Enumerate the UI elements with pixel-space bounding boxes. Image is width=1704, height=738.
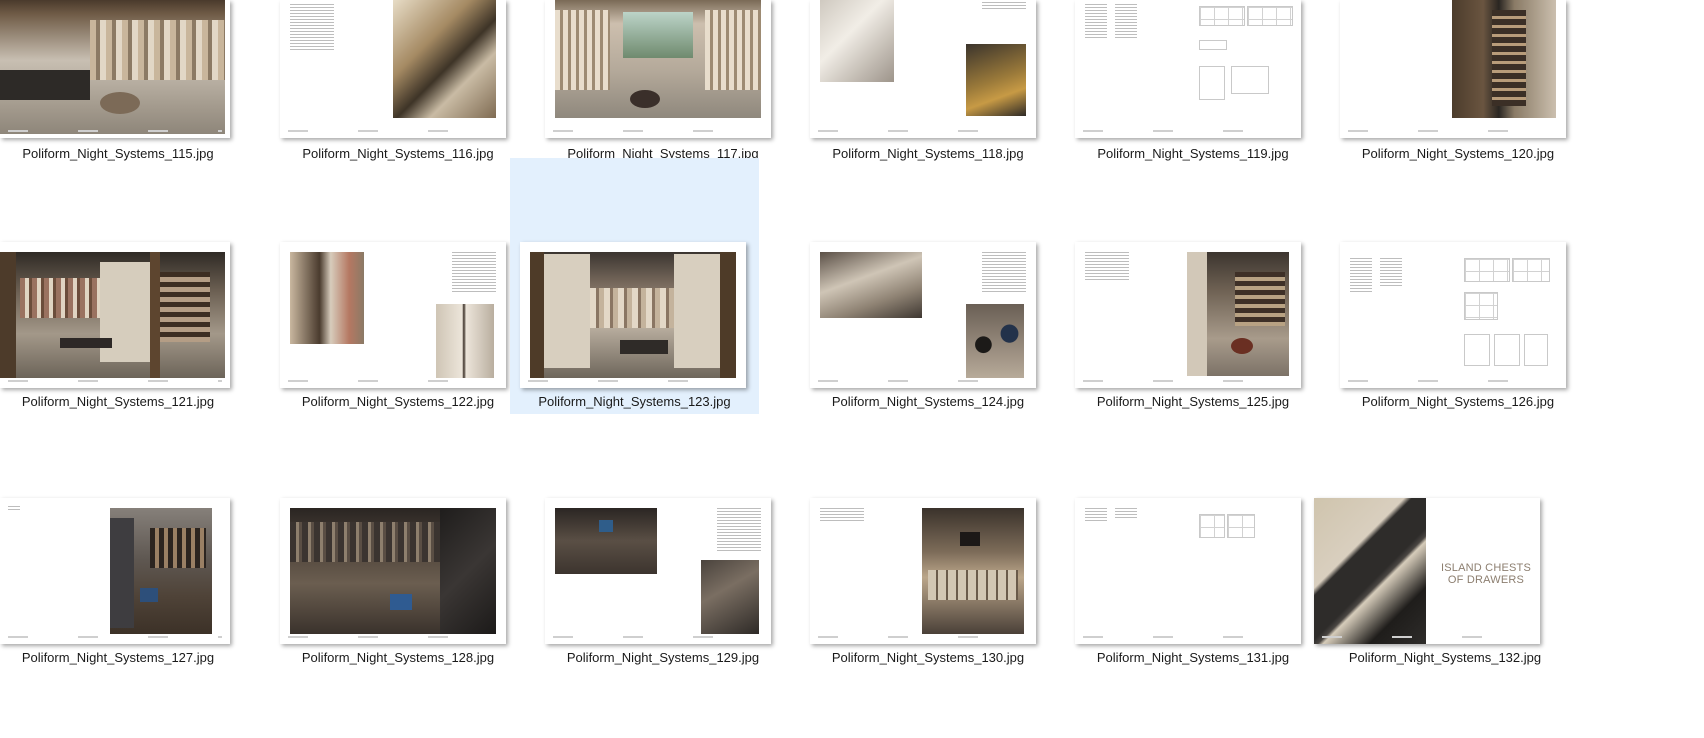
file-name: Poliform_Night_Systems_123.jpg (538, 394, 731, 409)
thumbnail (810, 498, 1036, 644)
file-item[interactable]: Poliform_Night_Systems_124.jpg (802, 158, 1054, 414)
file-item[interactable]: Poliform_Night_Systems_119.jpg (1067, 0, 1319, 172)
file-item[interactable]: Poliform_Night_Systems_117.jpg (537, 0, 789, 172)
file-name: Poliform_Night_Systems_127.jpg (21, 650, 215, 665)
thumbnail (0, 242, 230, 388)
thumbnail (280, 0, 506, 138)
thumbnail (810, 242, 1036, 388)
thumbnail (520, 242, 746, 388)
thumbnail (810, 0, 1036, 138)
file-name: Poliform_Night_Systems_122.jpg (301, 394, 495, 409)
file-item[interactable]: Poliform_Night_Systems_120.jpg (1332, 0, 1584, 172)
file-item[interactable]: Poliform_Night_Systems_121.jpg (0, 158, 244, 414)
file-name: Poliform_Night_Systems_132.jpg (1348, 650, 1542, 665)
file-item[interactable]: Poliform_Night_Systems_116.jpg (272, 0, 524, 172)
file-item[interactable]: Poliform_Night_Systems_128.jpg (272, 414, 524, 670)
thumbnail (1340, 0, 1566, 138)
file-item[interactable]: Poliform_Night_Systems_127.jpg (0, 414, 244, 670)
thumbnail (1075, 242, 1301, 388)
file-item[interactable]: Poliform_Night_Systems_122.jpg (272, 158, 524, 414)
file-item[interactable]: Poliform_Night_Systems_126.jpg (1332, 158, 1584, 414)
file-item-selected[interactable]: Poliform_Night_Systems_123.jpg (510, 158, 759, 414)
file-name: Poliform_Night_Systems_131.jpg (1096, 650, 1290, 665)
file-name: Poliform_Night_Systems_128.jpg (301, 650, 495, 665)
thumbnail (0, 0, 230, 138)
file-item[interactable]: Poliform_Night_Systems_118.jpg (802, 0, 1054, 172)
page-heading: ISLAND CHESTS OF DRAWERS (1440, 562, 1531, 586)
file-item[interactable]: Poliform_Night_Systems_125.jpg (1067, 158, 1319, 414)
thumbnail (545, 0, 771, 138)
file-name: Poliform_Night_Systems_129.jpg (566, 650, 760, 665)
file-name: Poliform_Night_Systems_125.jpg (1096, 394, 1290, 409)
thumbnail: ISLAND CHESTS OF DRAWERS (1314, 498, 1540, 644)
file-name: Poliform_Night_Systems_121.jpg (21, 394, 215, 409)
file-name: Poliform_Night_Systems_130.jpg (831, 650, 1025, 665)
thumbnail (0, 498, 230, 644)
file-name: Poliform_Night_Systems_126.jpg (1361, 394, 1555, 409)
file-item[interactable]: Poliform_Night_Systems_130.jpg (802, 414, 1054, 670)
thumbnail (1075, 0, 1301, 138)
thumbnail-grid: Poliform_Night_Systems_115.jpg Poliform_… (0, 0, 1704, 738)
thumbnail (545, 498, 771, 644)
thumbnail (1340, 242, 1566, 388)
file-item[interactable]: Poliform_Night_Systems_129.jpg (537, 414, 789, 670)
thumbnail (280, 498, 506, 644)
thumbnail (280, 242, 506, 388)
file-name: Poliform_Night_Systems_124.jpg (831, 394, 1025, 409)
thumbnail (1075, 498, 1301, 644)
file-item[interactable]: ISLAND CHESTS OF DRAWERS Poliform_Night_… (1314, 414, 1584, 670)
file-item[interactable]: Poliform_Night_Systems_131.jpg (1067, 414, 1319, 670)
file-item[interactable]: Poliform_Night_Systems_115.jpg (0, 0, 244, 172)
